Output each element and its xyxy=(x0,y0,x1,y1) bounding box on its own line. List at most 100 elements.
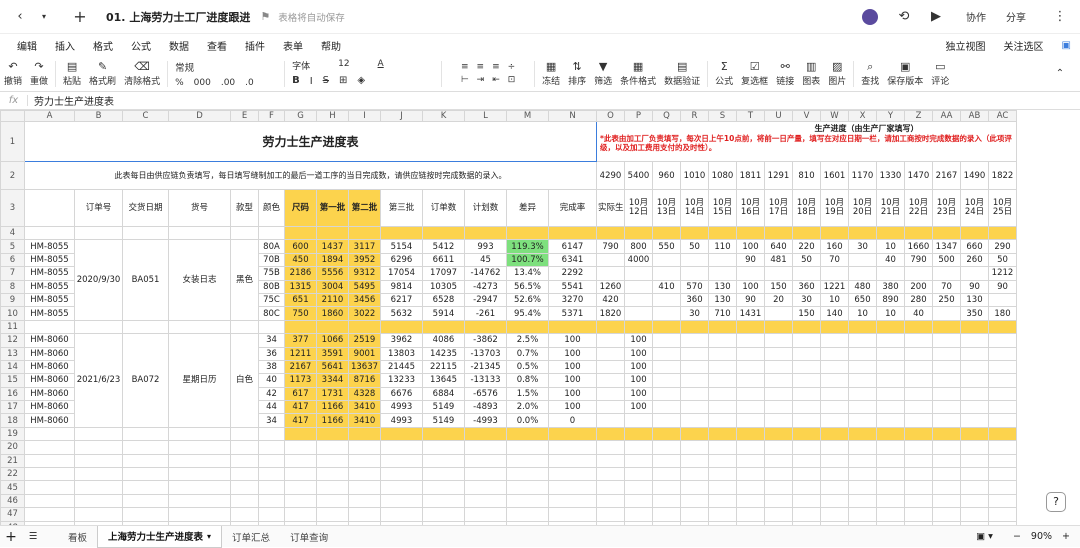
row-header[interactable]: 13 xyxy=(0,346,25,361)
daily-qty[interactable]: 100 xyxy=(624,333,653,348)
daily-qty[interactable] xyxy=(904,359,933,375)
doc-title[interactable]: 01. 上海劳力士工厂进度跟进 xyxy=(106,9,250,25)
daily-qty[interactable]: 1221 xyxy=(820,279,849,294)
cell[interactable] xyxy=(932,493,961,509)
cell[interactable] xyxy=(316,225,349,241)
cell[interactable] xyxy=(258,480,285,495)
row-header[interactable]: 6 xyxy=(0,252,25,268)
supply-note[interactable]: 此表每日由供应链负责填写，每日填写缝制加工的最后一道工序的当日完成数，请供应链按… xyxy=(24,161,597,190)
cell[interactable] xyxy=(258,493,285,509)
row-header[interactable]: 18 xyxy=(0,413,25,428)
cell[interactable] xyxy=(904,467,933,482)
daily-qty[interactable] xyxy=(764,386,793,402)
daily-qty[interactable] xyxy=(988,386,1017,402)
save-version-button[interactable]: ▣ 保存版本 xyxy=(883,57,927,91)
order-id[interactable]: HM-8060 xyxy=(24,413,75,428)
order-qty[interactable]: 4993 xyxy=(380,400,423,415)
cell[interactable] xyxy=(624,225,653,241)
cell[interactable] xyxy=(258,225,285,241)
size[interactable]: 70B xyxy=(258,252,285,268)
daily-total[interactable]: 5400 xyxy=(624,161,653,190)
daily-qty[interactable] xyxy=(708,413,737,428)
cell[interactable] xyxy=(736,467,765,482)
batch-qty[interactable]: 617 xyxy=(284,386,317,402)
daily-qty[interactable] xyxy=(596,386,625,402)
daily-qty[interactable] xyxy=(652,359,681,375)
batch-qty[interactable]: 1166 xyxy=(316,413,349,428)
cell[interactable] xyxy=(230,507,259,522)
cell[interactable] xyxy=(792,467,821,482)
cell[interactable] xyxy=(624,319,653,335)
batch-qty[interactable]: 1894 xyxy=(316,252,349,268)
cell[interactable] xyxy=(652,467,681,482)
cell[interactable] xyxy=(708,225,737,241)
batch-qty[interactable]: 2167 xyxy=(284,359,317,375)
column-title[interactable]: 订单数 xyxy=(422,189,465,227)
actual-qty[interactable]: 5371 xyxy=(548,306,597,321)
cell[interactable] xyxy=(680,493,709,509)
size[interactable]: 40 xyxy=(258,373,285,388)
cell[interactable] xyxy=(848,319,877,335)
cell[interactable] xyxy=(422,319,465,335)
daily-qty[interactable] xyxy=(652,266,681,281)
daily-qty[interactable] xyxy=(988,359,1017,375)
daily-qty[interactable] xyxy=(680,373,709,388)
daily-qty[interactable] xyxy=(596,400,625,415)
plan-qty[interactable]: 5149 xyxy=(422,413,465,428)
column-title[interactable]: 计划数 xyxy=(464,189,507,227)
daily-qty[interactable] xyxy=(960,266,989,281)
column-header[interactable]: T xyxy=(736,110,765,122)
cell[interactable] xyxy=(848,426,877,442)
daily-qty[interactable] xyxy=(736,359,765,375)
daily-qty[interactable] xyxy=(932,306,961,321)
cell[interactable] xyxy=(548,453,597,469)
delivery-date[interactable]: 2020/9/30 xyxy=(74,239,123,321)
cell[interactable] xyxy=(792,225,821,241)
cell[interactable] xyxy=(652,507,681,522)
cell[interactable] xyxy=(876,426,905,442)
cell[interactable] xyxy=(904,453,933,469)
row-header[interactable]: 45 xyxy=(0,480,25,495)
completion-rate[interactable]: 52.6% xyxy=(506,292,549,308)
daily-qty[interactable]: 180 xyxy=(988,306,1017,321)
menu-item[interactable]: 数据 xyxy=(160,38,198,53)
daily-total[interactable]: 810 xyxy=(792,161,821,190)
batch-qty[interactable]: 3591 xyxy=(316,346,349,361)
menu-item[interactable]: 查看 xyxy=(198,38,236,53)
completion-rate[interactable]: 0.0% xyxy=(506,413,549,428)
cell[interactable] xyxy=(168,225,231,241)
comment-panel-icon[interactable]: ▣ xyxy=(1053,40,1080,51)
cell[interactable] xyxy=(230,440,259,455)
column-header[interactable]: L xyxy=(464,110,507,122)
cell[interactable] xyxy=(348,507,381,522)
actual-qty[interactable]: 6147 xyxy=(548,239,597,254)
daily-qty[interactable] xyxy=(876,359,905,375)
cell[interactable] xyxy=(74,467,123,482)
cell[interactable] xyxy=(792,507,821,522)
daily-qty[interactable] xyxy=(960,386,989,402)
daily-qty[interactable]: 280 xyxy=(904,292,933,308)
batch-qty[interactable]: 377 xyxy=(284,333,317,348)
daily-qty[interactable] xyxy=(792,413,821,428)
format-painter-button[interactable]: ✎ 格式刷 xyxy=(85,57,120,91)
cell[interactable] xyxy=(464,319,507,335)
cell[interactable] xyxy=(596,426,625,442)
difference[interactable]: -3862 xyxy=(464,333,507,348)
cell[interactable] xyxy=(960,319,989,335)
cell[interactable] xyxy=(464,480,507,495)
link-button[interactable]: ⚯ 链接 xyxy=(772,57,798,91)
cell[interactable] xyxy=(904,507,933,522)
merge-icon[interactable]: ⊡ xyxy=(508,75,516,85)
column-header[interactable]: Z xyxy=(904,110,933,122)
style-name[interactable]: 女装日志 xyxy=(168,239,231,321)
column-title[interactable]: 第一批 xyxy=(316,189,349,227)
daily-total[interactable]: 1490 xyxy=(960,161,989,190)
cell[interactable] xyxy=(876,225,905,241)
cell[interactable] xyxy=(652,453,681,469)
cell[interactable] xyxy=(932,467,961,482)
cell[interactable] xyxy=(168,426,231,442)
cell[interactable] xyxy=(316,426,349,442)
daily-qty[interactable]: 30 xyxy=(792,292,821,308)
cell[interactable] xyxy=(316,453,349,469)
daily-qty[interactable]: 90 xyxy=(736,252,765,268)
